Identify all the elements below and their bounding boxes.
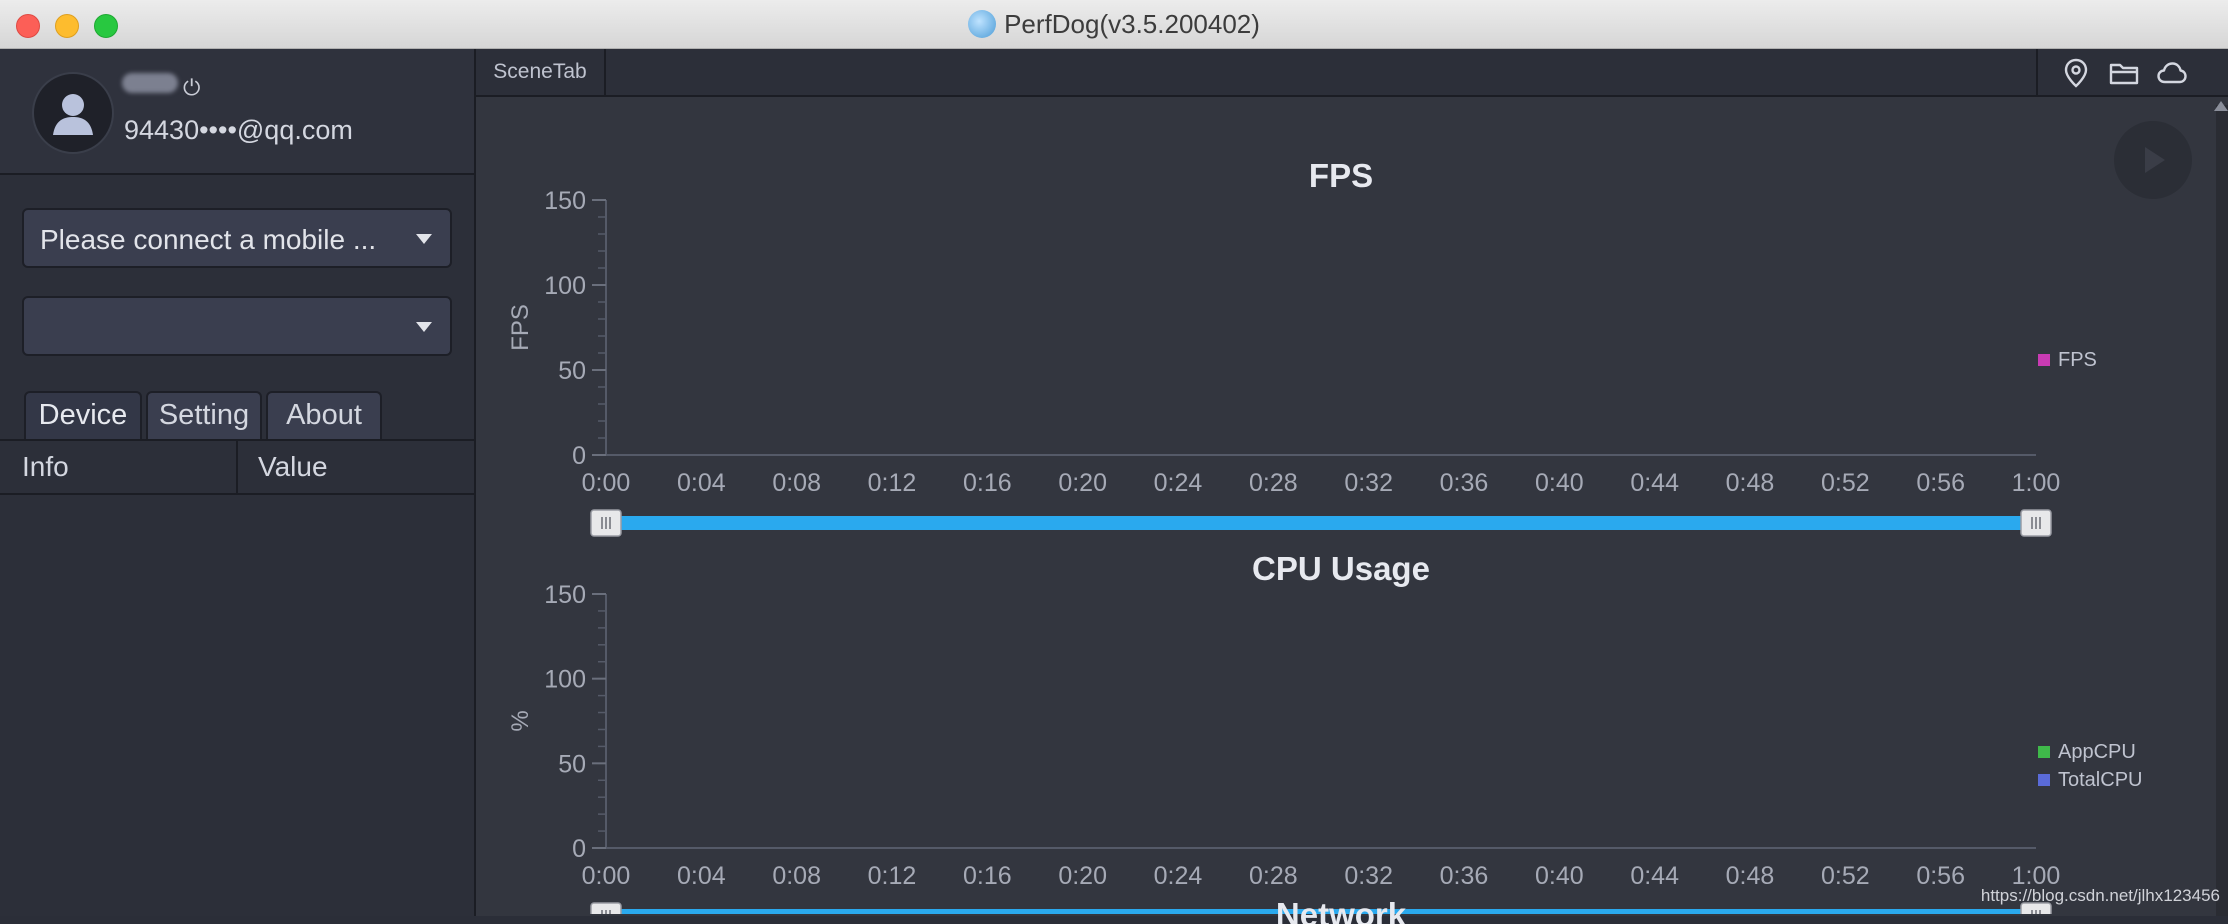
- y-tick-label: 50: [558, 750, 586, 778]
- y-tick-label: 0: [572, 442, 586, 470]
- x-tick-label: 0:24: [1154, 469, 1203, 497]
- x-tick-label: 0:28: [1249, 469, 1298, 497]
- x-tick-label: 0:32: [1344, 469, 1393, 497]
- device-dropdown[interactable]: Please connect a mobile ...: [22, 208, 452, 268]
- avatar[interactable]: [32, 72, 114, 154]
- x-tick-label: 0:40: [1535, 469, 1584, 497]
- chart-title: Network: [1276, 896, 1407, 924]
- location-pin-icon[interactable]: [2060, 57, 2092, 89]
- profile-panel: ⏻ 94430••••@qq.com: [0, 49, 474, 175]
- legend-label: AppCPU: [2058, 741, 2136, 763]
- x-tick-label: 0:52: [1821, 469, 1870, 497]
- column-header-info: Info: [22, 451, 69, 482]
- chart-title: CPU Usage: [1252, 550, 1430, 587]
- legend-swatch: [2038, 746, 2050, 758]
- y-tick-label: 150: [544, 187, 586, 215]
- y-axis-label: FPS: [507, 304, 534, 351]
- column-header-value: Value: [258, 451, 328, 482]
- user-icon: [53, 94, 93, 135]
- chart-svg: CPU Usage0501001500:00 0:04 0:08 0:12 0:16 0:…: [507, 550, 2142, 914]
- x-tick-label: 0:12: [868, 469, 917, 497]
- legend-swatch: [2038, 354, 2050, 366]
- vertical-scrollbar[interactable]: [2216, 105, 2228, 916]
- x-tick-label: 0:48: [1726, 469, 1775, 497]
- app-dropdown[interactable]: [22, 296, 452, 356]
- y-tick-label: 150: [544, 581, 586, 609]
- window-title-wrap: PerfDog(v3.5.200402): [0, 9, 2228, 40]
- chart-svg: FPS 0 50 100 150 0:00 0:04 0:08 0:12 0:16 0:20 0:24…: [507, 157, 2097, 537]
- device-dropdown-value: Please connect a mobile ...: [40, 224, 377, 255]
- y-tick-label: 50: [558, 357, 586, 385]
- window-title: PerfDog(v3.5.200402): [1004, 9, 1260, 39]
- chart-title: FPS: [1309, 157, 1373, 194]
- main-toolbar: SceneTab: [476, 49, 2228, 97]
- x-tick-label: 0:20: [1058, 469, 1107, 497]
- watermark: https://blog.csdn.net/jlhx123456: [1980, 886, 2220, 905]
- power-icon[interactable]: ⏻: [183, 75, 200, 101]
- folder-icon[interactable]: [2108, 57, 2140, 89]
- y-tick-label: 0: [572, 835, 586, 863]
- legend-label: FPS: [2058, 349, 2097, 371]
- y-tick-label: 100: [544, 666, 586, 694]
- legend-label: TotalCPU: [2058, 769, 2142, 791]
- scene-tab[interactable]: SceneTab: [476, 49, 606, 95]
- x-tick-label: 0:36: [1440, 469, 1489, 497]
- tab-setting[interactable]: Setting: [146, 391, 262, 439]
- legend-swatch: [2038, 774, 2050, 786]
- y-axis-label: %: [507, 710, 534, 731]
- chevron-down-icon: [416, 322, 432, 332]
- tab-device[interactable]: Device: [24, 391, 142, 439]
- cloud-icon[interactable]: [2156, 57, 2188, 89]
- info-table-header: Info Value: [0, 439, 474, 495]
- x-tick-label: 0:08: [772, 469, 821, 497]
- window-titlebar: PerfDog(v3.5.200402): [0, 0, 2228, 49]
- x-tick-label: 1:00: [2012, 469, 2061, 497]
- perfdog-app-icon: [968, 10, 997, 38]
- username-redacted: [122, 73, 178, 93]
- x-tick-label: 0:16: [963, 469, 1012, 497]
- x-tick-label: 0:44: [1630, 469, 1679, 497]
- user-email: 94430••••@qq.com: [124, 115, 353, 145]
- sidebar: ⏻ 94430••••@qq.com Please connect a mobi…: [0, 49, 476, 916]
- toolbar-divider: [2036, 49, 2038, 95]
- chart-svg: Network: [1276, 896, 1407, 924]
- x-tick-label: 0:56: [1916, 469, 1965, 497]
- x-tick-label: 0:00: [582, 469, 631, 497]
- fps-chart: FPS 0 50 100 150 0:00 0:04 0:08 0:12 0:16 0:20 0:24…: [476, 99, 2216, 539]
- tab-about[interactable]: About: [266, 391, 382, 439]
- network-chart: Network: [476, 884, 2216, 924]
- chevron-down-icon: [416, 234, 432, 244]
- y-tick-label: 100: [544, 272, 586, 300]
- scroll-up-arrow-icon[interactable]: [2214, 101, 2228, 111]
- main-panel: SceneTab FPS 0 50 100 150 0:00 0:04 0:08 0:12 0:1…: [476, 49, 2228, 924]
- column-divider[interactable]: [236, 441, 238, 493]
- x-tick-label: 0:04: [677, 469, 726, 497]
- cpu-usage-chart: CPU Usage 0 50 100 150 0:00 0:04 0:08 0:12 0:16 0:…: [476, 494, 2216, 914]
